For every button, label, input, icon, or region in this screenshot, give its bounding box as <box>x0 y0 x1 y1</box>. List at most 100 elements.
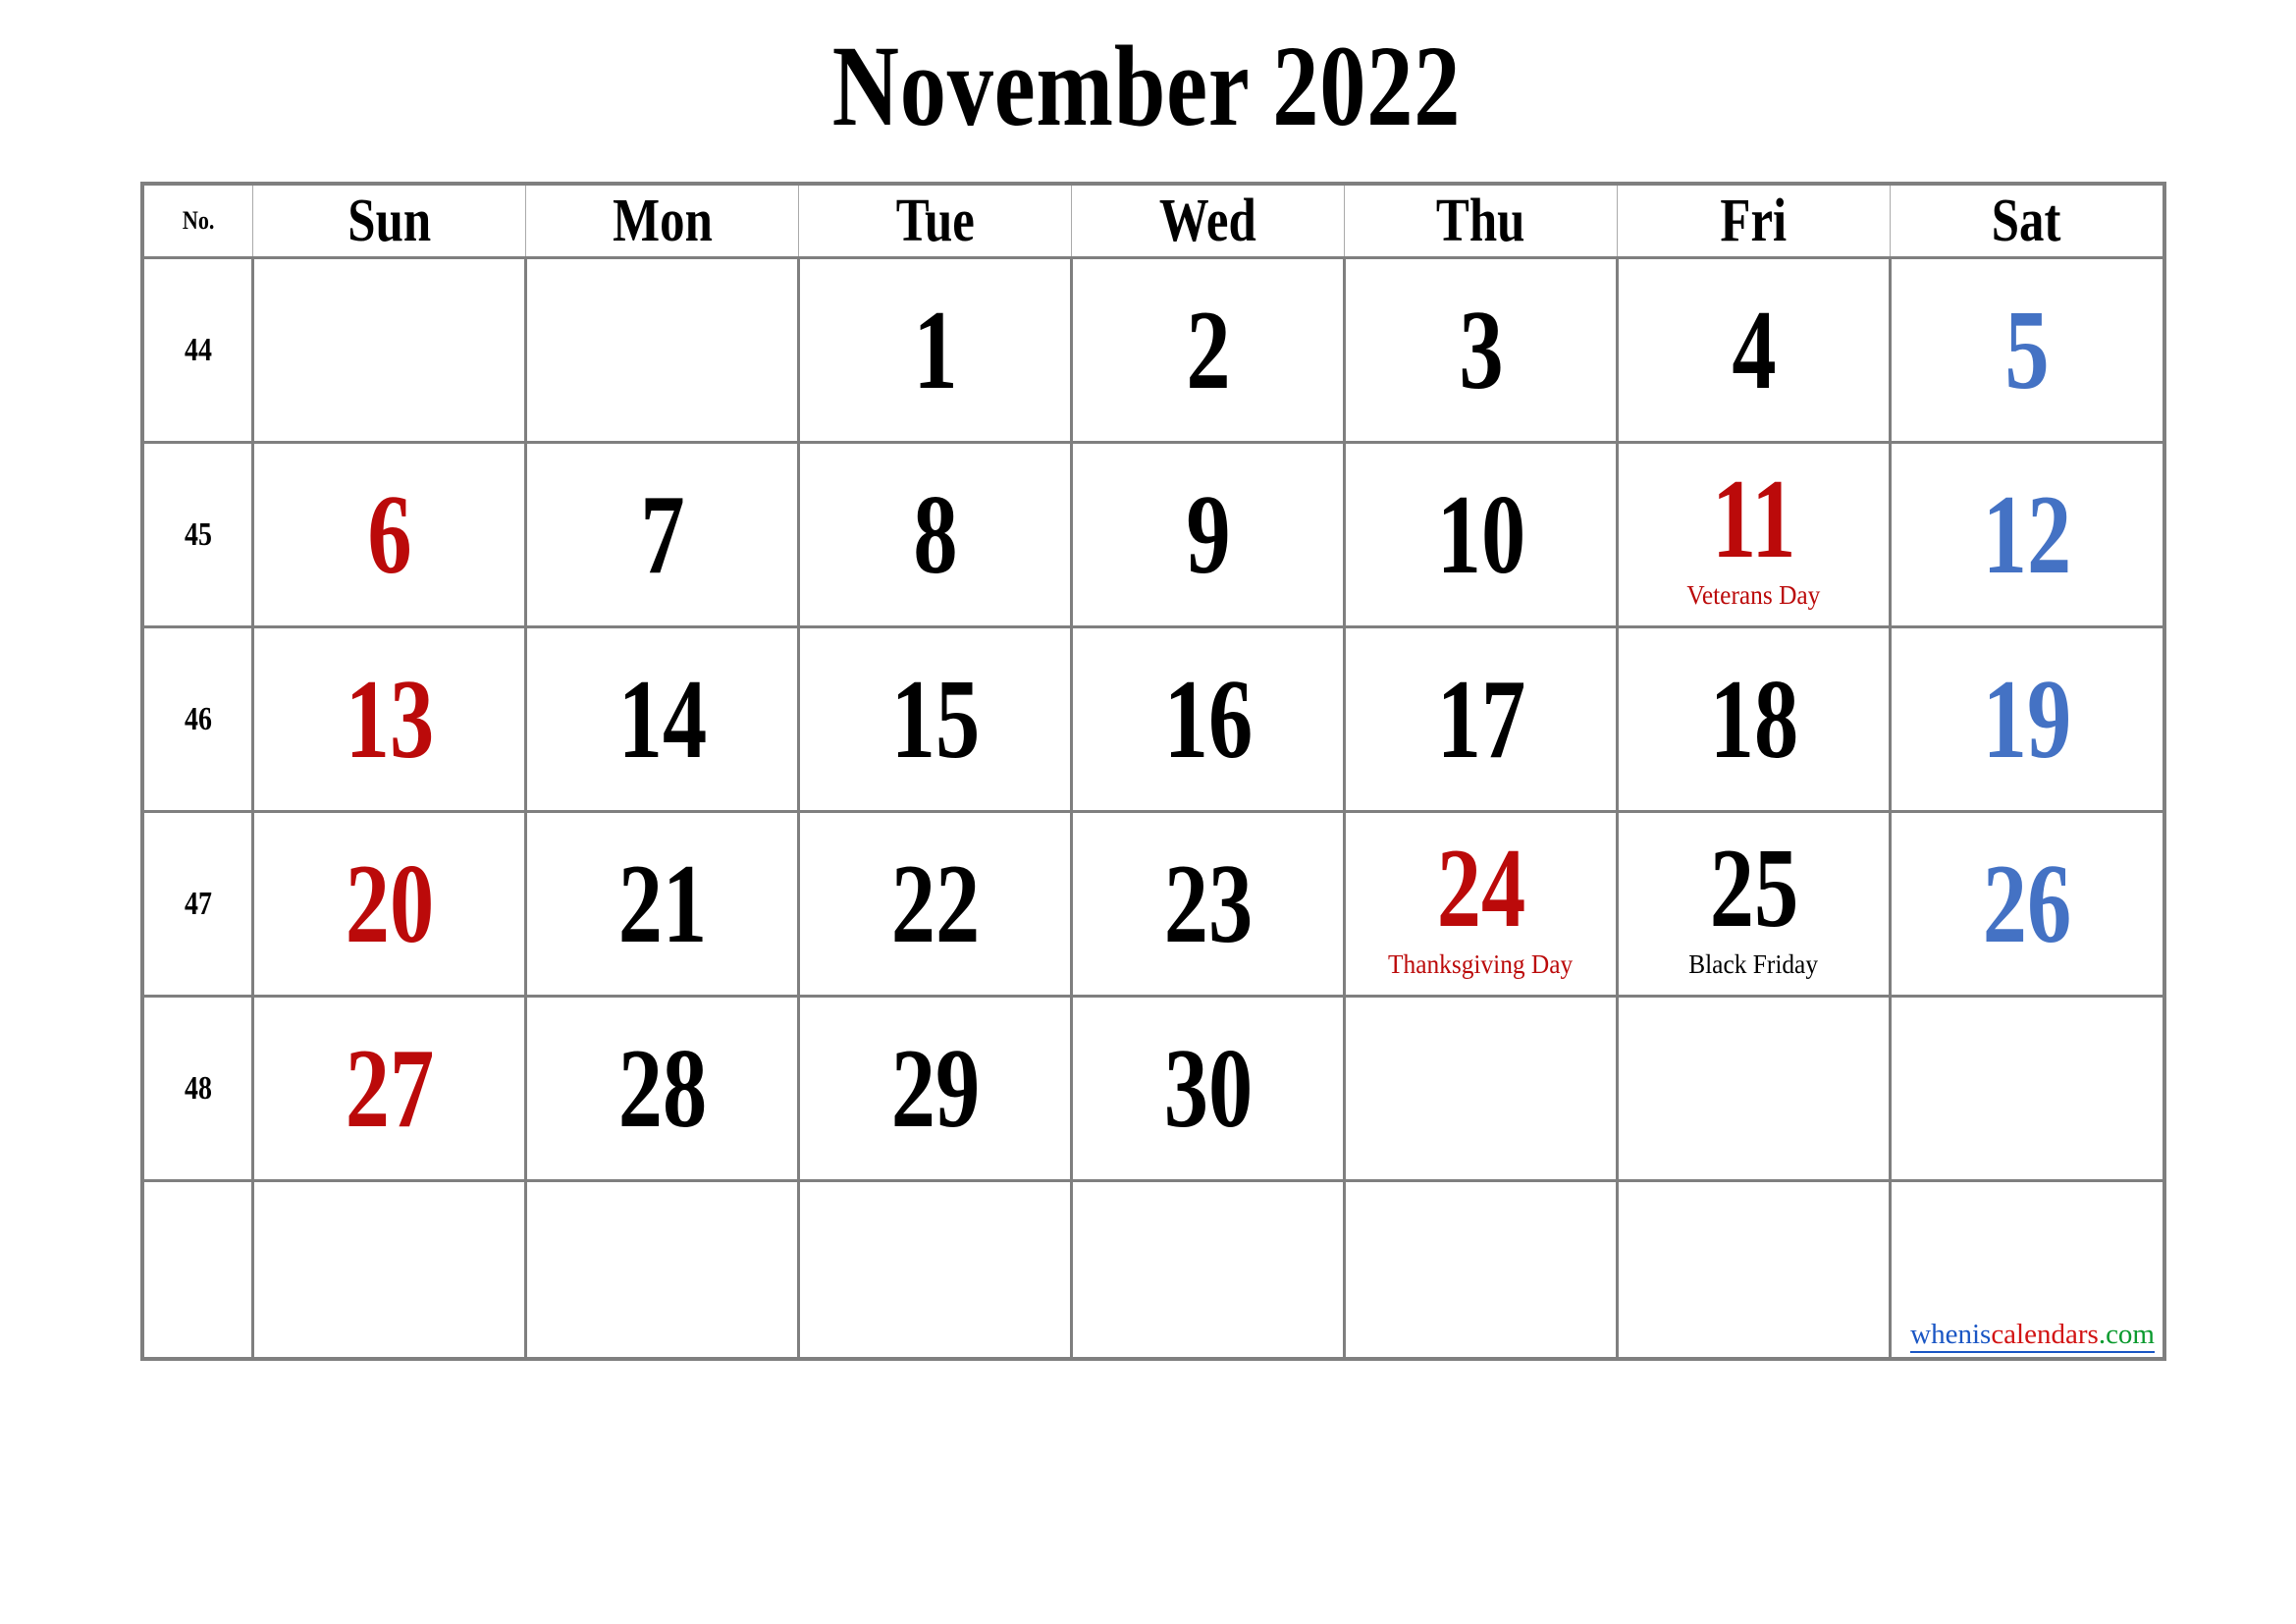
holiday-label: Thanksgiving Day <box>1388 948 1574 979</box>
calendar-body: 44 1 2 3 4 5 45 6 7 8 9 10 11 Veterans Day 12 46 13 14 15 1… <box>140 256 2166 1361</box>
calendar-day-cell[interactable] <box>251 256 527 444</box>
day-cell-content: 23 <box>1073 813 1343 995</box>
calendar-day-cell[interactable]: 8 <box>797 441 1073 628</box>
day-number: 8 <box>912 471 958 598</box>
calendar-day-cell[interactable] <box>524 1179 800 1361</box>
calendar-day-cell[interactable]: 27 <box>251 995 527 1182</box>
holiday-label: Veterans Day <box>1686 579 1821 610</box>
day-cell-content: 25 Black Friday <box>1619 813 1889 995</box>
calendar-day-cell[interactable]: 6 <box>251 441 527 628</box>
week-number-label: 44 <box>184 331 212 368</box>
calendar-day-cell[interactable]: 11 Veterans Day <box>1616 441 1892 628</box>
calendar-day-cell[interactable] <box>1343 995 1619 1182</box>
calendar-day-cell[interactable]: 30 <box>1070 995 1346 1182</box>
day-cell-content: 17 <box>1346 628 1616 810</box>
calendar-day-cell[interactable]: wheniscalendars.com <box>1889 1179 2166 1361</box>
calendar-day-cell[interactable]: 29 <box>797 995 1073 1182</box>
calendar-day-cell[interactable]: 25 Black Friday <box>1616 810 1892 998</box>
calendar-day-cell[interactable]: 17 <box>1343 625 1619 813</box>
day-cell-content: 15 <box>800 628 1070 810</box>
day-number: 19 <box>1982 656 2072 783</box>
calendar-day-cell[interactable] <box>1343 1179 1619 1361</box>
calendar-day-cell[interactable]: 12 <box>1889 441 2166 628</box>
website-credit-link[interactable]: wheniscalendars.com <box>1910 1319 2155 1353</box>
calendar-day-cell[interactable] <box>524 256 800 444</box>
calendar-day-cell[interactable]: 19 <box>1889 625 2166 813</box>
day-number: 24 <box>1436 825 1525 951</box>
calendar-day-cell[interactable]: 10 <box>1343 441 1619 628</box>
calendar-day-cell[interactable]: 16 <box>1070 625 1346 813</box>
calendar-day-cell[interactable] <box>1616 1179 1892 1361</box>
day-number: 13 <box>345 656 434 783</box>
week-number-cell: 46 <box>140 625 254 813</box>
week-number-label: 47 <box>184 885 212 922</box>
calendar-day-cell[interactable]: 23 <box>1070 810 1346 998</box>
day-header-wed: Wed <box>1071 183 1345 258</box>
calendar-day-cell[interactable]: 7 <box>524 441 800 628</box>
day-cell-content: 30 <box>1073 998 1343 1179</box>
day-header-label: Wed <box>1159 188 1256 254</box>
day-header-sat: Sat <box>1890 183 2165 258</box>
week-number-label: 45 <box>184 515 212 553</box>
day-cell-content: 2 <box>1073 259 1343 441</box>
calendar-day-cell[interactable]: 3 <box>1343 256 1619 444</box>
calendar-day-cell[interactable]: 1 <box>797 256 1073 444</box>
day-cell-content: 6 <box>254 444 524 625</box>
calendar-week-row: 46 13 14 15 16 17 18 19 <box>140 625 2166 813</box>
calendar-day-cell[interactable]: 26 <box>1889 810 2166 998</box>
day-header-label: Mon <box>612 188 713 254</box>
calendar-day-cell[interactable]: 14 <box>524 625 800 813</box>
day-cell-content: 13 <box>254 628 524 810</box>
day-cell-content <box>527 1182 797 1357</box>
calendar-week-row: 44 1 2 3 4 5 <box>140 256 2166 444</box>
day-header-sun: Sun <box>252 183 526 258</box>
calendar-day-cell[interactable]: 28 <box>524 995 800 1182</box>
day-cell-content <box>1073 1182 1343 1357</box>
calendar-table-wrapper: No. Sun Mon Tue Wed Thu Fri Sat 44 1 2 3… <box>140 182 2166 1361</box>
day-cell-content: 26 <box>1892 813 2163 995</box>
calendar-week-row: wheniscalendars.com <box>140 1179 2166 1361</box>
calendar-day-cell[interactable] <box>1616 995 1892 1182</box>
calendar-day-cell[interactable] <box>1070 1179 1346 1361</box>
calendar-day-cell[interactable]: 24 Thanksgiving Day <box>1343 810 1619 998</box>
credit-part-3: .com <box>2098 1319 2155 1350</box>
day-cell-content: 5 <box>1892 259 2163 441</box>
day-cell-content <box>1346 998 1616 1179</box>
calendar-day-cell[interactable]: 4 <box>1616 256 1892 444</box>
day-number: 29 <box>890 1025 980 1152</box>
day-cell-content: 27 <box>254 998 524 1179</box>
calendar-day-cell[interactable]: 13 <box>251 625 527 813</box>
day-cell-content: 19 <box>1892 628 2163 810</box>
day-header-label: Tue <box>895 188 975 254</box>
calendar-day-cell[interactable] <box>251 1179 527 1361</box>
day-number: 4 <box>1731 287 1777 413</box>
day-number: 9 <box>1185 471 1231 598</box>
day-number: 2 <box>1185 287 1231 413</box>
day-header-label: Sat <box>1992 188 2061 254</box>
day-number: 6 <box>366 471 412 598</box>
calendar-day-cell[interactable]: 20 <box>251 810 527 998</box>
week-number-cell <box>140 1179 254 1361</box>
calendar-day-cell[interactable]: 9 <box>1070 441 1346 628</box>
day-cell-content: 10 <box>1346 444 1616 625</box>
day-cell-content: 4 <box>1619 259 1889 441</box>
calendar-day-cell[interactable]: 5 <box>1889 256 2166 444</box>
calendar-day-cell[interactable]: 22 <box>797 810 1073 998</box>
calendar-day-cell[interactable]: 2 <box>1070 256 1346 444</box>
calendar-day-cell[interactable] <box>1889 995 2166 1182</box>
day-cell-content: 22 <box>800 813 1070 995</box>
day-number: 20 <box>345 840 434 967</box>
calendar-day-cell[interactable]: 21 <box>524 810 800 998</box>
day-number: 16 <box>1163 656 1253 783</box>
day-number: 21 <box>617 840 707 967</box>
page-title: November 2022 <box>831 22 1462 150</box>
calendar-day-cell[interactable] <box>797 1179 1073 1361</box>
calendar-day-cell[interactable]: 15 <box>797 625 1073 813</box>
calendar-day-cell[interactable]: 18 <box>1616 625 1892 813</box>
week-number-label: 48 <box>184 1069 212 1107</box>
day-number: 7 <box>639 471 685 598</box>
day-cell-content: 12 <box>1892 444 2163 625</box>
day-number: 23 <box>1163 840 1253 967</box>
day-cell-content: 1 <box>800 259 1070 441</box>
calendar-page: November 2022 No. Sun Mon Tue Wed Thu Fr… <box>0 0 2296 1624</box>
